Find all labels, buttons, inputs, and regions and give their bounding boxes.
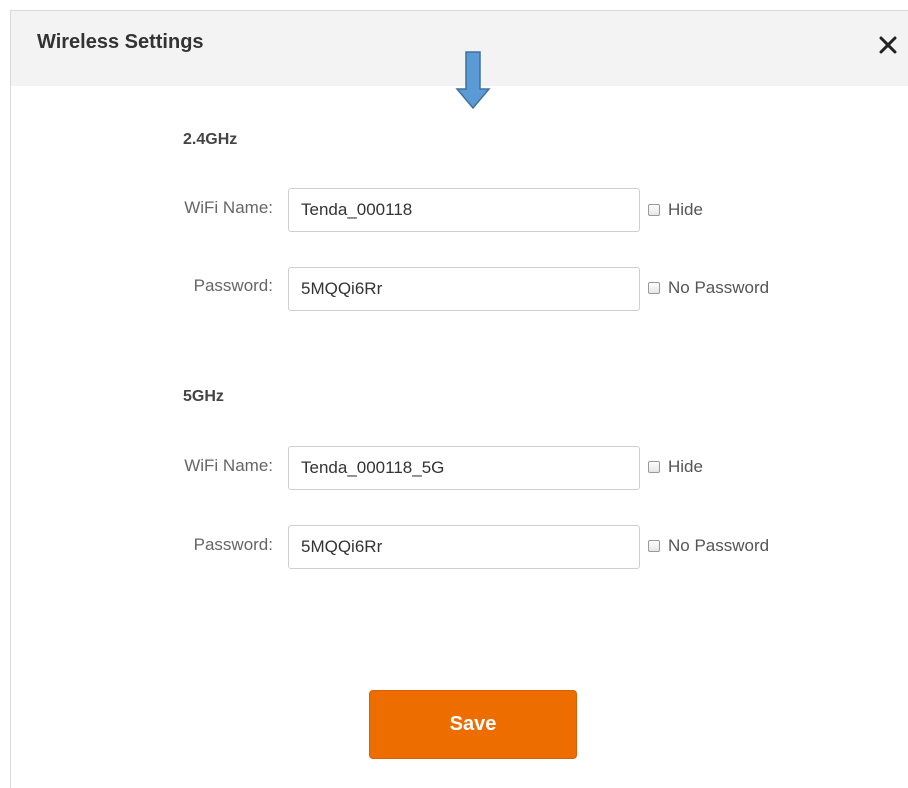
password-label: Password: [193, 535, 273, 554]
checkbox-icon[interactable] [648, 461, 660, 473]
wireless-settings-dialog: Wireless Settings 2.4GHz WiFi Name: Hide… [10, 10, 908, 788]
wifi-name-input-5ghz[interactable] [288, 446, 640, 490]
checkbox-icon[interactable] [648, 204, 660, 216]
password-label: Password: [193, 276, 273, 295]
hide-label: Hide [668, 457, 703, 476]
band-label-5ghz: 5GHz [183, 388, 224, 405]
hide-label: Hide [668, 200, 703, 219]
band-label-24ghz: 2.4GHz [183, 131, 238, 148]
hide-ssid-checkbox-5ghz[interactable]: Hide [648, 457, 703, 477]
checkbox-icon[interactable] [648, 282, 660, 294]
password-input-24ghz[interactable] [288, 267, 640, 311]
close-icon[interactable] [876, 33, 900, 57]
no-password-label: No Password [668, 536, 770, 555]
wifi-name-input-24ghz[interactable] [288, 188, 640, 232]
wifi-name-label: WiFi Name: [184, 198, 273, 217]
no-password-label: No Password [668, 278, 770, 297]
down-arrow-icon [455, 51, 491, 109]
checkbox-icon[interactable] [648, 540, 660, 552]
wifi-name-label: WiFi Name: [184, 456, 273, 475]
hide-ssid-checkbox-24ghz[interactable]: Hide [648, 200, 703, 220]
no-password-checkbox-24ghz[interactable]: No Password [648, 278, 769, 298]
save-button[interactable]: Save [369, 690, 577, 759]
password-input-5ghz[interactable] [288, 525, 640, 569]
no-password-checkbox-5ghz[interactable]: No Password [648, 536, 769, 556]
dialog-title: Wireless Settings [37, 31, 204, 53]
